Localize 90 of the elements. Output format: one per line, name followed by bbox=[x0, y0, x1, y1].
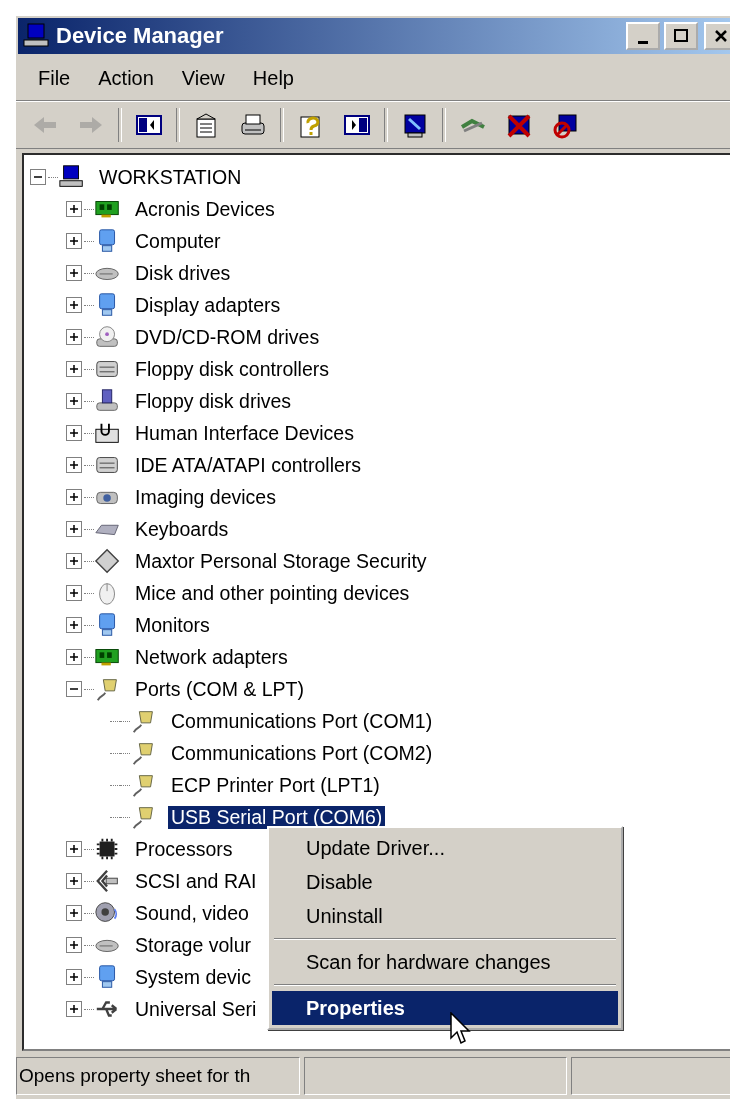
tree-item[interactable]: Storage volur bbox=[132, 933, 254, 957]
tree-item[interactable]: Monitors bbox=[132, 613, 213, 637]
collapse-toggle[interactable] bbox=[30, 169, 46, 185]
tree-item[interactable]: Maxtor Personal Storage Security bbox=[132, 549, 430, 573]
plus-icon bbox=[69, 492, 79, 502]
status-bar-text: Opens property sheet for th bbox=[16, 1057, 301, 1095]
context-menu-item[interactable]: Update Driver... bbox=[272, 831, 618, 865]
plus-icon bbox=[69, 428, 79, 438]
menu-item[interactable]: Action bbox=[84, 62, 168, 94]
tree-item[interactable]: ECP Printer Port (LPT1) bbox=[168, 773, 383, 797]
close-button[interactable] bbox=[704, 22, 730, 50]
tree-item[interactable]: Floppy disk controllers bbox=[132, 357, 332, 381]
plus-icon bbox=[69, 652, 79, 662]
close-icon bbox=[714, 29, 728, 43]
maximize-icon bbox=[674, 29, 688, 43]
expand-toggle[interactable] bbox=[66, 393, 82, 409]
context-menu-item[interactable]: Scan for hardware changes bbox=[272, 945, 618, 979]
plus-icon bbox=[69, 876, 79, 886]
tree-item[interactable]: Universal Seri bbox=[132, 997, 260, 1021]
expand-toggle[interactable] bbox=[66, 489, 82, 505]
plus-icon bbox=[69, 236, 79, 246]
expand-toggle[interactable] bbox=[66, 201, 82, 217]
collapse-toggle[interactable] bbox=[66, 681, 82, 697]
tree-item[interactable]: Display adapters bbox=[132, 293, 284, 317]
tree-item[interactable]: Network adapters bbox=[132, 645, 291, 669]
expand-toggle[interactable] bbox=[66, 297, 82, 313]
plus-icon bbox=[69, 460, 79, 470]
plus-icon bbox=[69, 396, 79, 406]
expand-toggle[interactable] bbox=[66, 617, 82, 633]
plus-icon bbox=[69, 300, 79, 310]
plus-icon bbox=[69, 524, 79, 534]
tree-item[interactable]: Imaging devices bbox=[132, 485, 279, 509]
maximize-button[interactable] bbox=[664, 22, 698, 50]
context-menu-item[interactable]: Properties bbox=[272, 991, 618, 1025]
plus-icon bbox=[69, 908, 79, 918]
menu-item[interactable]: File bbox=[24, 62, 85, 94]
tree-item[interactable]: USB Serial Port (COM6) bbox=[168, 805, 386, 829]
plus-icon bbox=[69, 556, 79, 566]
expand-toggle[interactable] bbox=[66, 585, 82, 601]
expand-toggle[interactable] bbox=[66, 521, 82, 537]
expand-toggle[interactable] bbox=[66, 361, 82, 377]
expand-toggle[interactable] bbox=[66, 425, 82, 441]
plus-icon bbox=[69, 940, 79, 950]
tree-item[interactable]: Processors bbox=[132, 837, 236, 861]
tree-item[interactable]: System devic bbox=[132, 965, 254, 989]
context-menu-item[interactable]: Disable bbox=[272, 865, 618, 899]
expand-toggle[interactable] bbox=[66, 457, 82, 473]
plus-icon bbox=[69, 1004, 79, 1014]
tree-item[interactable]: Human Interface Devices bbox=[132, 421, 357, 445]
expand-toggle[interactable] bbox=[66, 649, 82, 665]
expand-toggle[interactable] bbox=[66, 969, 82, 985]
menu-item[interactable]: Help bbox=[238, 62, 308, 94]
tree-item[interactable]: IDE ATA/ATAPI controllers bbox=[132, 453, 365, 477]
tree-item[interactable]: Disk drives bbox=[132, 261, 234, 285]
tree-item[interactable]: Keyboards bbox=[132, 517, 232, 541]
expand-toggle[interactable] bbox=[66, 553, 82, 569]
tree-item[interactable]: Mice and other pointing devices bbox=[132, 581, 413, 605]
menu-item[interactable]: View bbox=[167, 62, 239, 94]
expand-toggle[interactable] bbox=[66, 265, 82, 281]
tree-item[interactable]: Floppy disk drives bbox=[132, 389, 295, 413]
tree-item[interactable]: Sound, video bbox=[132, 901, 252, 925]
plus-icon bbox=[69, 268, 79, 278]
context-menu-item[interactable]: Uninstall bbox=[272, 899, 618, 933]
expand-toggle[interactable] bbox=[66, 841, 82, 857]
plus-icon bbox=[69, 972, 79, 982]
tree-item[interactable]: Ports (COM & LPT) bbox=[132, 677, 308, 701]
tree-item[interactable]: Acronis Devices bbox=[132, 197, 278, 221]
plus-icon bbox=[69, 620, 79, 630]
tree-item[interactable]: DVD/CD-ROM drives bbox=[132, 325, 323, 349]
tree-item[interactable]: Communications Port (COM1) bbox=[168, 709, 436, 733]
plus-icon bbox=[69, 204, 79, 214]
diamond-icon bbox=[94, 547, 122, 575]
plus-icon bbox=[69, 332, 79, 342]
minimize-button[interactable] bbox=[626, 22, 660, 50]
plus-icon bbox=[69, 588, 79, 598]
tree-item[interactable]: SCSI and RAI bbox=[132, 869, 260, 893]
plus-icon bbox=[69, 364, 79, 374]
tree-item[interactable]: WORKSTATION bbox=[96, 165, 245, 189]
computer-icon bbox=[22, 22, 52, 50]
expand-toggle[interactable] bbox=[66, 937, 82, 953]
expand-toggle[interactable] bbox=[66, 905, 82, 921]
expand-toggle[interactable] bbox=[66, 233, 82, 249]
plus-icon bbox=[69, 844, 79, 854]
window-title: Device Manager bbox=[56, 23, 225, 49]
tree-item[interactable]: Computer bbox=[132, 229, 224, 253]
expand-toggle[interactable] bbox=[66, 1001, 82, 1017]
expand-toggle[interactable] bbox=[66, 329, 82, 345]
minimize-icon bbox=[638, 40, 648, 44]
tree-item[interactable]: Communications Port (COM2) bbox=[168, 741, 436, 765]
expand-toggle[interactable] bbox=[66, 873, 82, 889]
